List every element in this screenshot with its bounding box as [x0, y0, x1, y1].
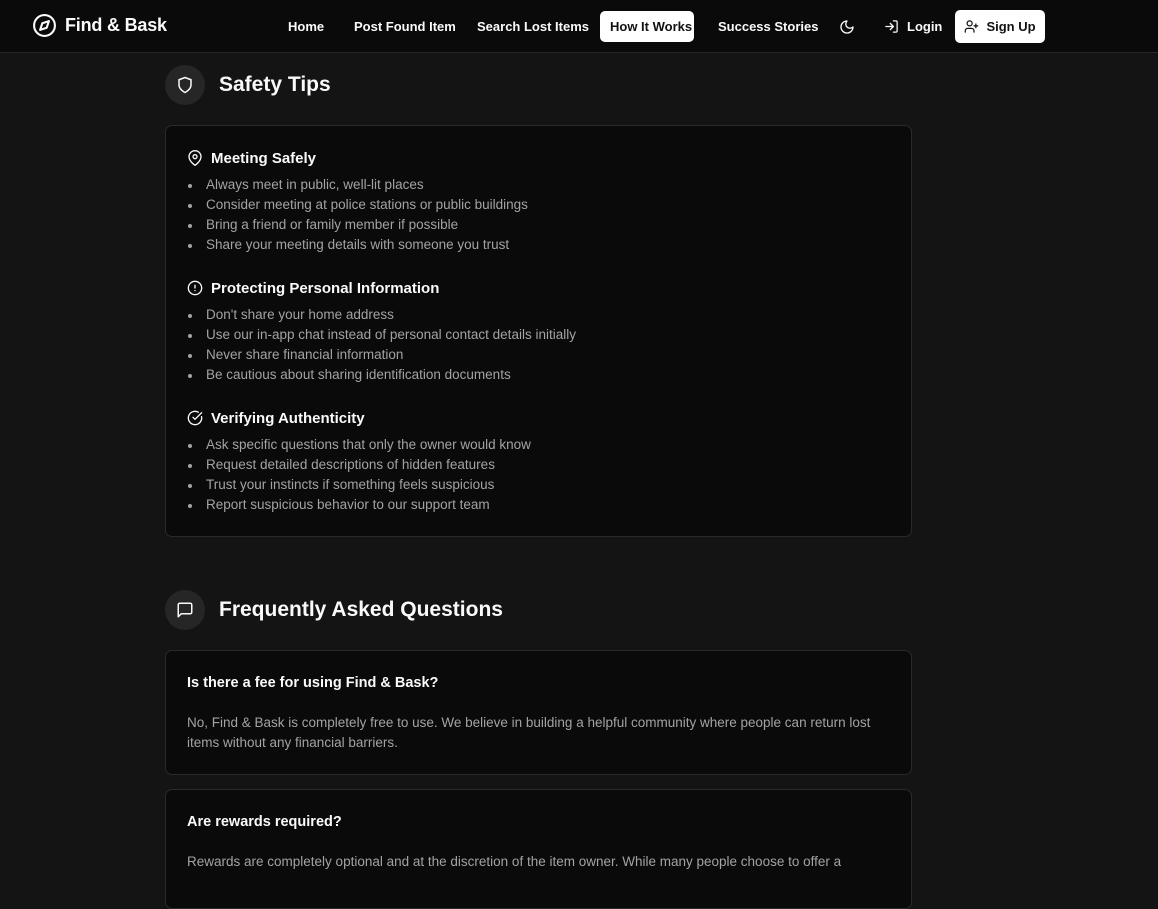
safety-section-icon-badge — [165, 65, 205, 105]
tip-heading: Protecting Personal Information — [187, 278, 576, 298]
faq-item: Are rewards required? Rewards are comple… — [165, 789, 912, 909]
list-item: Consider meeting at police stations or p… — [187, 195, 528, 215]
list-item: Don't share your home address — [187, 305, 576, 325]
tip-group-protecting-personal-information: Protecting Personal Information Don't sh… — [187, 278, 576, 385]
faq-answer: Rewards are completely optional and at t… — [187, 854, 842, 869]
list-item: Never share financial information — [187, 345, 576, 365]
map-pin-icon — [188, 150, 202, 166]
tip-list: Don't share your home address Use our in… — [187, 305, 576, 385]
tip-list: Ask specific questions that only the own… — [187, 435, 531, 515]
tip-heading: Meeting Safely — [187, 148, 528, 168]
log-in-icon — [885, 20, 898, 33]
nav-link-how-it-works[interactable]: How It Works — [600, 11, 694, 42]
brand-logo-link[interactable]: Find & Bask — [32, 13, 167, 38]
list-item: Be cautious about sharing identification… — [187, 365, 576, 385]
tip-heading-label: Verifying Authenticity — [211, 409, 365, 427]
nav-link-post-found-item[interactable]: Post Found Item — [344, 11, 466, 42]
tip-list: Always meet in public, well-lit places C… — [187, 175, 528, 255]
nav-link-success-stories[interactable]: Success Stories — [708, 11, 828, 42]
list-item: Request detailed descriptions of hidden … — [187, 455, 531, 475]
brand-name: Find & Bask — [65, 15, 167, 35]
theme-toggle-button[interactable] — [835, 15, 859, 39]
moon-icon — [840, 20, 854, 34]
list-item: Use our in-app chat instead of personal … — [187, 325, 576, 345]
top-navbar: Find & Bask Home Post Found Item Search … — [0, 0, 1158, 53]
user-plus-icon — [965, 20, 979, 33]
faq-question: Is there a fee for using Find & Bask? — [187, 675, 439, 691]
tip-heading-label: Meeting Safely — [211, 149, 317, 167]
safety-tips-title: Safety Tips — [219, 73, 331, 96]
check-circle-icon — [187, 410, 203, 426]
tip-heading: Verifying Authenticity — [187, 408, 531, 428]
tip-group-verifying-authenticity: Verifying Authenticity Ask specific ques… — [187, 408, 531, 515]
nav-link-home[interactable]: Home — [278, 11, 334, 42]
faq-item: Is there a fee for using Find & Bask? No… — [165, 650, 912, 775]
safety-tips-header: Safety Tips — [165, 65, 331, 105]
login-label: Login — [907, 19, 943, 34]
faq-header: Frequently Asked Questions — [165, 590, 503, 630]
list-item: Always meet in public, well-lit places — [187, 175, 528, 195]
login-button[interactable]: Login — [876, 11, 950, 42]
safety-tips-card: Meeting Safely Always meet in public, we… — [165, 125, 912, 537]
tip-group-meeting-safely: Meeting Safely Always meet in public, we… — [187, 148, 528, 255]
nav-link-search-lost-items[interactable]: Search Lost Items — [467, 11, 599, 42]
alert-circle-icon — [187, 280, 203, 296]
faq-answer: No, Find & Bask is completely free to us… — [187, 715, 871, 750]
tip-heading-label: Protecting Personal Information — [211, 279, 440, 297]
list-item: Share your meeting details with someone … — [187, 235, 528, 255]
list-item: Ask specific questions that only the own… — [187, 435, 531, 455]
faq-question: Are rewards required? — [187, 814, 342, 830]
faq-section-icon-badge — [165, 590, 205, 630]
compass-icon — [33, 14, 56, 37]
list-item: Trust your instincts if something feels … — [187, 475, 531, 495]
signup-button[interactable]: Sign Up — [955, 10, 1045, 43]
list-item: Bring a friend or family member if possi… — [187, 215, 528, 235]
faq-title: Frequently Asked Questions — [219, 598, 503, 621]
signup-label: Sign Up — [986, 19, 1036, 34]
shield-icon — [178, 76, 192, 94]
list-item: Report suspicious behavior to our suppor… — [187, 495, 531, 515]
message-square-icon — [177, 602, 193, 618]
